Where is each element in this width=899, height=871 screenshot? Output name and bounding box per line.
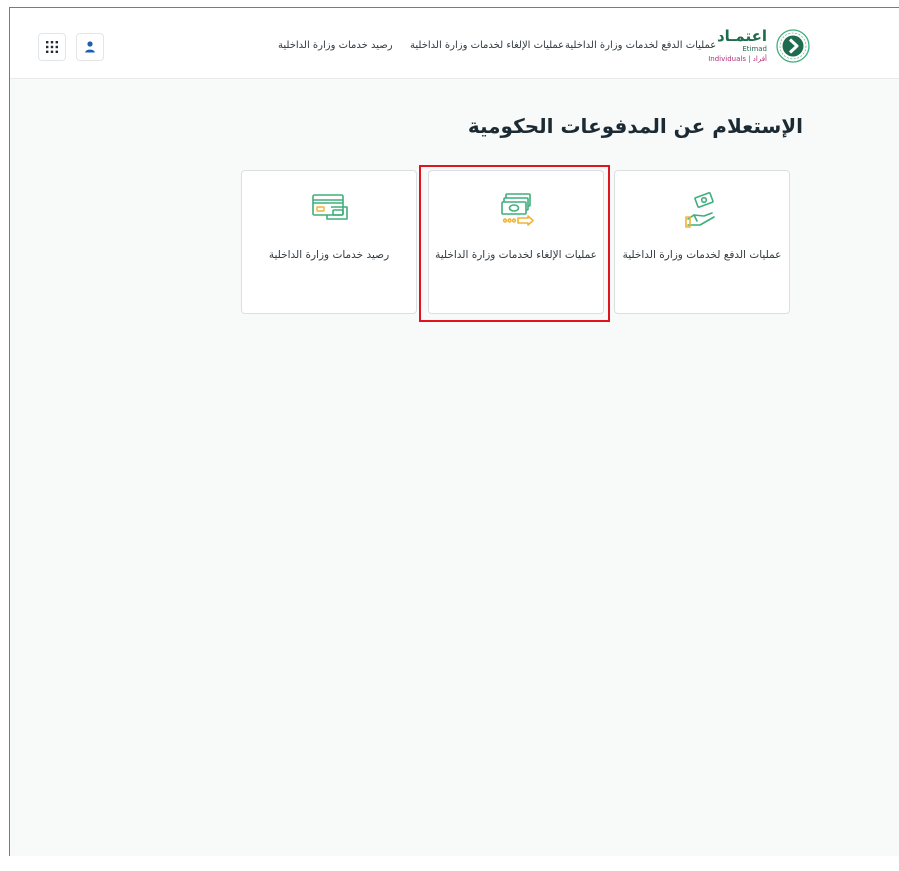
etimad-logo[interactable]: اعتمـاد Etimad Individuals | أفراد bbox=[708, 27, 811, 67]
logo-name: اعتمـاد bbox=[716, 27, 767, 45]
card-payment[interactable]: عمليات الدفع لخدمات وزارة الداخلية bbox=[614, 170, 790, 314]
user-icon bbox=[85, 41, 95, 53]
logo-sub: Etimad bbox=[742, 45, 767, 53]
logo-individuals: Individuals | أفراد bbox=[708, 55, 767, 63]
apps-button[interactable] bbox=[38, 33, 66, 61]
card-balance-icon bbox=[312, 194, 348, 220]
card-cancel[interactable]: عمليات الإلغاء لخدمات وزارة الداخلية bbox=[428, 170, 604, 314]
money-refund-icon bbox=[501, 193, 534, 226]
apps-grid-icon bbox=[46, 41, 58, 53]
top-bar: رصيد خدمات وزارة الداخلية عمليات الإلغاء… bbox=[10, 8, 899, 79]
card-cancel-label: عمليات الإلغاء لخدمات وزارة الداخلية bbox=[435, 249, 597, 261]
hand-money-icon bbox=[685, 192, 715, 228]
nav-payment-link[interactable]: عمليات الدفع لخدمات وزارة الداخلية bbox=[565, 40, 716, 51]
nav-cancel-link[interactable]: عمليات الإلغاء لخدمات وزارة الداخلية bbox=[410, 40, 564, 51]
page-title: الإستعلام عن المدفوعات الحكومية bbox=[467, 114, 803, 138]
app-frame: رصيد خدمات وزارة الداخلية عمليات الإلغاء… bbox=[9, 7, 899, 856]
nav-balance-link[interactable]: رصيد خدمات وزارة الداخلية bbox=[278, 40, 393, 51]
card-balance[interactable]: رصيد خدمات وزارة الداخلية bbox=[241, 170, 417, 314]
card-payment-label: عمليات الدفع لخدمات وزارة الداخلية bbox=[622, 249, 782, 261]
card-balance-label: رصيد خدمات وزارة الداخلية bbox=[268, 249, 390, 261]
etimad-emblem-icon bbox=[776, 29, 810, 63]
user-button[interactable] bbox=[76, 33, 104, 61]
